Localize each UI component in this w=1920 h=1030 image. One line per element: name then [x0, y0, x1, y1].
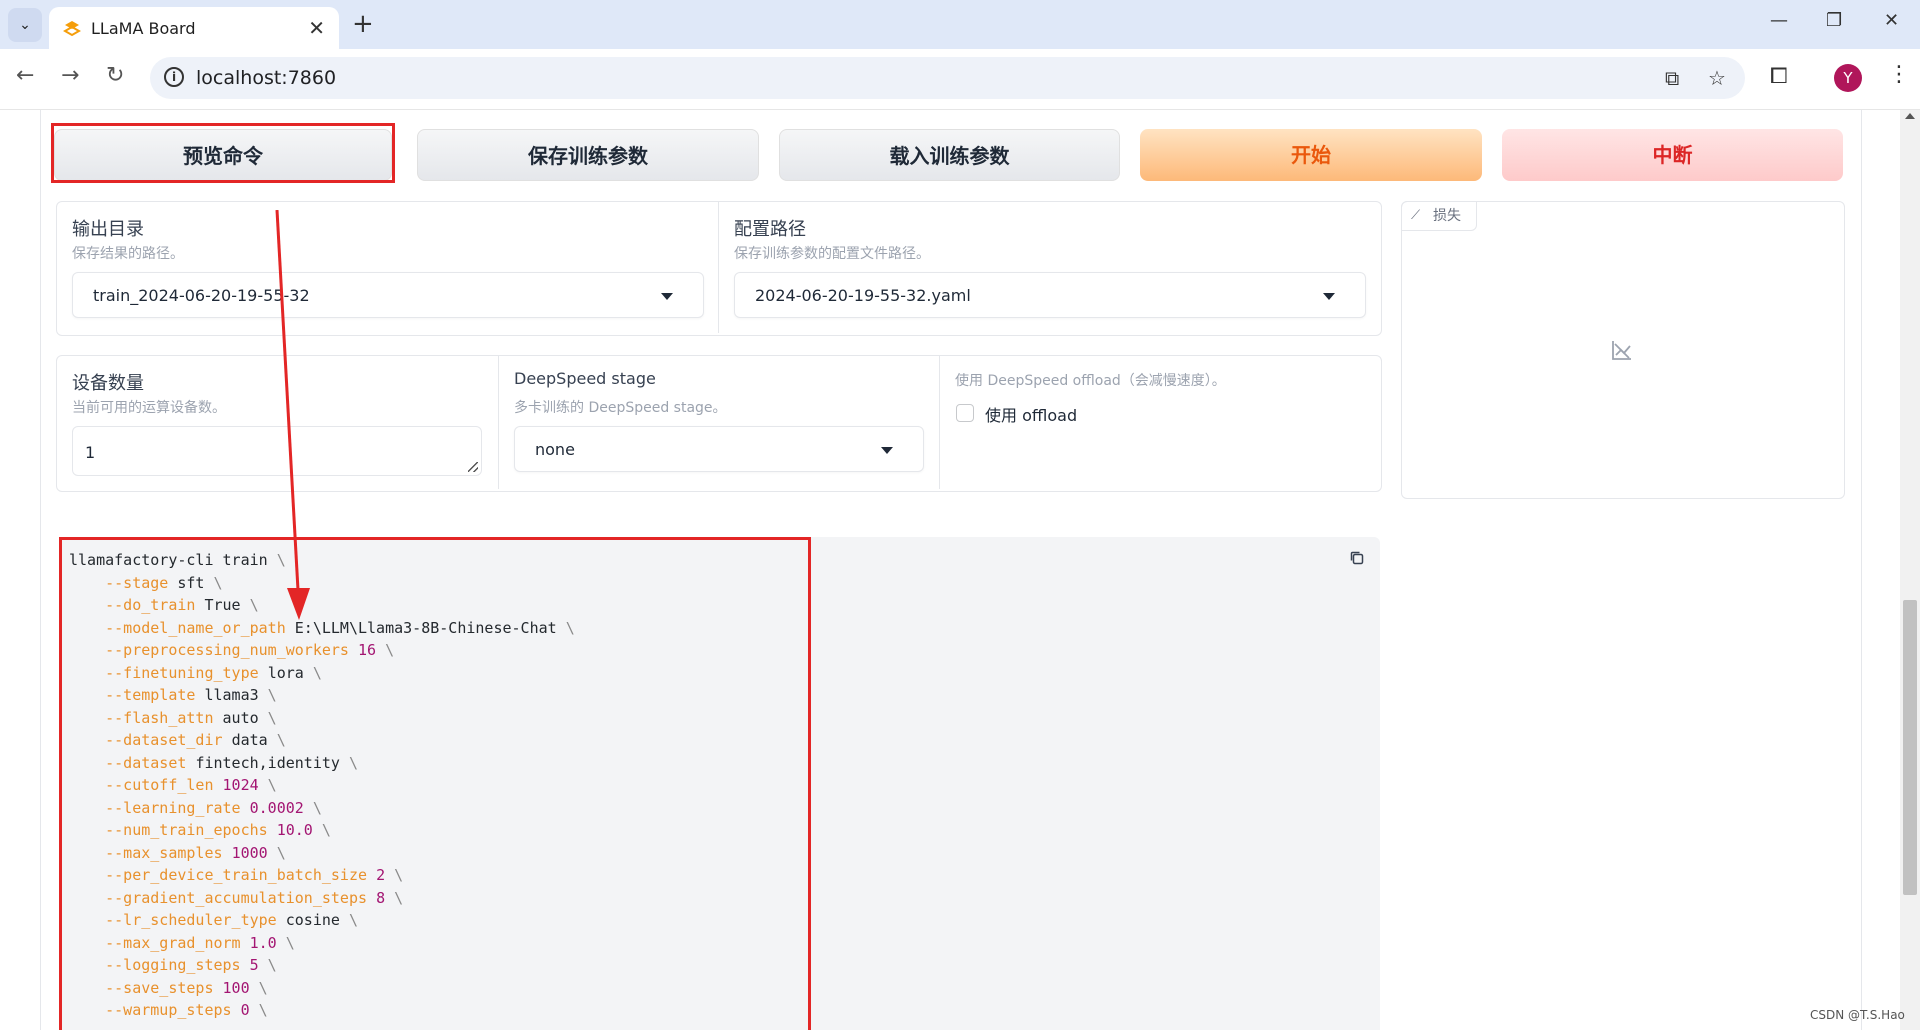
- output-dir-label: 输出目录: [72, 219, 144, 240]
- forward-icon[interactable]: →: [61, 63, 79, 88]
- ds-stage-dropdown[interactable]: none: [514, 426, 924, 472]
- ds-stage-value: none: [535, 440, 575, 459]
- translate-icon[interactable]: ⧉: [1665, 66, 1679, 90]
- new-tab-button[interactable]: +: [352, 9, 374, 39]
- caret-down-icon: [881, 447, 893, 454]
- scrollbar-thumb[interactable]: [1903, 600, 1917, 895]
- restore-icon[interactable]: ❐: [1826, 10, 1842, 31]
- bookmark-star-icon[interactable]: ☆: [1708, 66, 1726, 90]
- copy-icon[interactable]: [1348, 549, 1366, 567]
- stop-button[interactable]: 中断: [1502, 129, 1843, 181]
- config-path-value: 2024-06-20-19-55-32.yaml: [755, 286, 971, 305]
- profile-avatar[interactable]: Y: [1834, 64, 1862, 92]
- config-path-label: 配置路径: [734, 219, 806, 240]
- ds-offload-checkbox[interactable]: [956, 404, 974, 422]
- device-count-label: 设备数量: [72, 373, 144, 394]
- highlight-box-preview: [51, 123, 395, 183]
- minimize-icon[interactable]: —: [1770, 10, 1788, 31]
- page-content: 预览命令 保存训练参数 载入训练参数 开始 中断 输出目录 保存结果的路径。 t…: [0, 110, 1920, 1030]
- empty-chart-icon: [1612, 341, 1631, 360]
- site-info-icon[interactable]: i: [164, 67, 184, 87]
- ds-offload-info: 使用 DeepSpeed offload（会减慢速度）。: [955, 373, 1226, 389]
- caret-down-icon: [1323, 293, 1335, 300]
- config-path-dropdown[interactable]: 2024-06-20-19-55-32.yaml: [734, 272, 1366, 318]
- chevron-down-icon: ⌄: [19, 17, 31, 33]
- watermark: CSDN @T.S.Hao: [1810, 1008, 1905, 1022]
- back-icon[interactable]: ←: [16, 63, 34, 88]
- ds-stage-info: 多卡训练的 DeepSpeed stage。: [514, 400, 727, 416]
- loss-plot-tag: ⟋ 损失: [1401, 201, 1477, 231]
- highlight-box-command: [59, 537, 811, 1030]
- chart-icon: ⟋: [1411, 208, 1421, 223]
- panel-divider: [718, 202, 719, 333]
- panel-divider: [939, 356, 940, 489]
- device-count-info: 当前可用的运算设备数。: [72, 400, 226, 416]
- gradio-logo-icon: [63, 21, 81, 37]
- caret-down-icon: [661, 293, 673, 300]
- loss-plot-label: 损失: [1433, 208, 1461, 224]
- more-menu-icon[interactable]: ⋮: [1888, 62, 1910, 87]
- output-dir-dropdown[interactable]: train_2024-06-20-19-55-32: [72, 272, 704, 318]
- config-path-info: 保存训练参数的配置文件路径。: [734, 246, 930, 262]
- resize-grip-icon[interactable]: [468, 462, 478, 472]
- browser-toolbar: ← → ↻ i localhost:7860 ⧉ ☆: [0, 49, 1920, 110]
- reload-icon[interactable]: ↻: [106, 63, 124, 88]
- load-args-button[interactable]: 载入训练参数: [779, 129, 1120, 181]
- panel-divider: [498, 356, 499, 489]
- ds-stage-label: DeepSpeed stage: [514, 369, 656, 388]
- save-args-button[interactable]: 保存训练参数: [417, 129, 759, 181]
- address-bar[interactable]: i localhost:7860 ⧉ ☆: [150, 57, 1745, 99]
- annotation-arrow: [275, 210, 310, 620]
- close-tab-icon[interactable]: ✕: [308, 16, 325, 40]
- scroll-up-arrow-icon[interactable]: [1905, 113, 1915, 119]
- tab-title: LLaMA Board: [91, 19, 196, 38]
- ds-offload-checkbox-label[interactable]: 使用 offload: [985, 402, 1077, 426]
- extensions-icon[interactable]: ⧠: [1770, 64, 1788, 89]
- tab-search-button[interactable]: ⌄: [8, 8, 42, 42]
- output-dir-info: 保存结果的路径。: [72, 246, 184, 262]
- close-window-icon[interactable]: ✕: [1884, 10, 1899, 31]
- start-button[interactable]: 开始: [1140, 129, 1482, 181]
- tab-strip: ⌄ LLaMA Board ✕ + — ❐ ✕: [0, 0, 1920, 49]
- url-text[interactable]: localhost:7860: [196, 67, 336, 89]
- browser-tab[interactable]: LLaMA Board ✕: [49, 7, 339, 49]
- device-count-value: 1: [85, 443, 96, 462]
